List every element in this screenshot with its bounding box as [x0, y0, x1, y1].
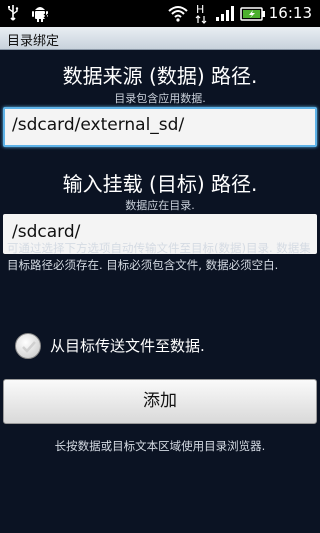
signal-icon [215, 4, 235, 26]
source-path-hint: 目录包含应用数据. [114, 92, 206, 105]
description-text: 可通过选择下方选项自动传输文件至目标(数据)目录. 数据集目标路径必须存在. 目… [7, 241, 311, 272]
transfer-files-label[interactable]: 从目标传送文件至数据. [50, 335, 205, 356]
target-path-heading: 输入挂载 (目标) 路径. [62, 172, 258, 196]
page-title: 目录绑定 [7, 34, 60, 49]
add-button[interactable]: 添加 [3, 379, 317, 424]
status-bar: H 16:13 [0, 0, 320, 27]
transfer-files-checkbox[interactable] [15, 333, 41, 359]
status-time: 16:13 [268, 4, 312, 22]
hspa-icon: H [195, 2, 209, 28]
footer-hint: 长按数据或目标文本区域使用目录浏览器. [54, 439, 266, 453]
title-bar: 目录绑定 [0, 27, 320, 50]
usb-icon [6, 4, 20, 26]
wifi-icon [168, 4, 188, 26]
checkmark-icon [22, 341, 36, 353]
source-path-input[interactable]: /sdcard/external_sd/ [3, 107, 317, 147]
battery-icon [240, 6, 266, 25]
network-type-label: H [196, 3, 204, 16]
target-path-hint: 数据应在目录. [125, 199, 195, 212]
source-path-heading: 数据来源 (数据) 路径. [62, 64, 258, 88]
android-debug-icon [31, 4, 49, 27]
